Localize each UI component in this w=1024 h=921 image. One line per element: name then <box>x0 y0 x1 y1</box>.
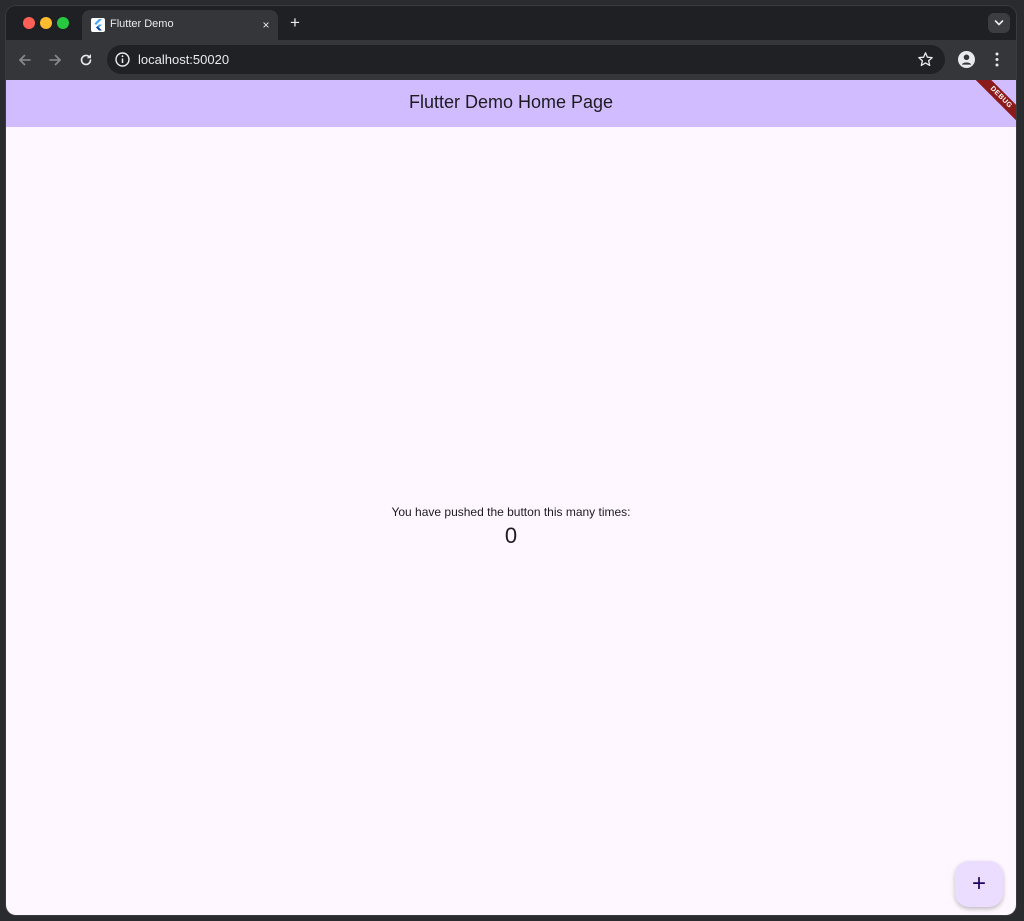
forward-arrow-icon[interactable] <box>45 50 65 70</box>
add-icon: + <box>971 870 986 897</box>
flutter-icon <box>91 18 105 32</box>
tab-strip: Flutter Demo × + <box>6 6 1016 40</box>
browser-window: Flutter Demo × + localhost:50020 Flutter… <box>6 6 1016 915</box>
chevron-down-icon <box>994 20 1004 26</box>
info-icon[interactable] <box>114 51 131 68</box>
increment-button[interactable]: + <box>955 861 1003 907</box>
profile-icon[interactable] <box>957 50 976 69</box>
back-arrow-icon[interactable] <box>15 50 35 70</box>
close-window-button[interactable] <box>23 17 35 29</box>
url-text: localhost:50020 <box>138 52 230 67</box>
tab-flutter-demo[interactable]: Flutter Demo × <box>82 10 278 40</box>
app-bar-title: Flutter Demo Home Page <box>408 92 614 112</box>
close-tab-icon[interactable]: × <box>259 18 273 32</box>
flutter-app-page: Flutter Demo Home Page DEBUG You have pu… <box>6 80 1016 915</box>
more-vert-icon[interactable] <box>989 50 1005 69</box>
reload-icon[interactable] <box>76 50 96 70</box>
maximize-window-button[interactable] <box>57 17 69 29</box>
new-tab-icon[interactable]: + <box>286 14 304 32</box>
app-bar: Flutter Demo Home Page <box>6 80 1016 127</box>
tab-title: Flutter Demo <box>110 18 174 30</box>
address-bar[interactable]: localhost:50020 <box>107 45 945 74</box>
tab-search-button[interactable] <box>988 13 1010 33</box>
star-icon[interactable] <box>917 51 934 68</box>
minimize-window-button[interactable] <box>40 17 52 29</box>
browser-toolbar: localhost:50020 <box>6 40 1016 80</box>
counter-label: You have pushed the button this many tim… <box>391 505 631 519</box>
counter-value: 0 <box>504 523 518 548</box>
